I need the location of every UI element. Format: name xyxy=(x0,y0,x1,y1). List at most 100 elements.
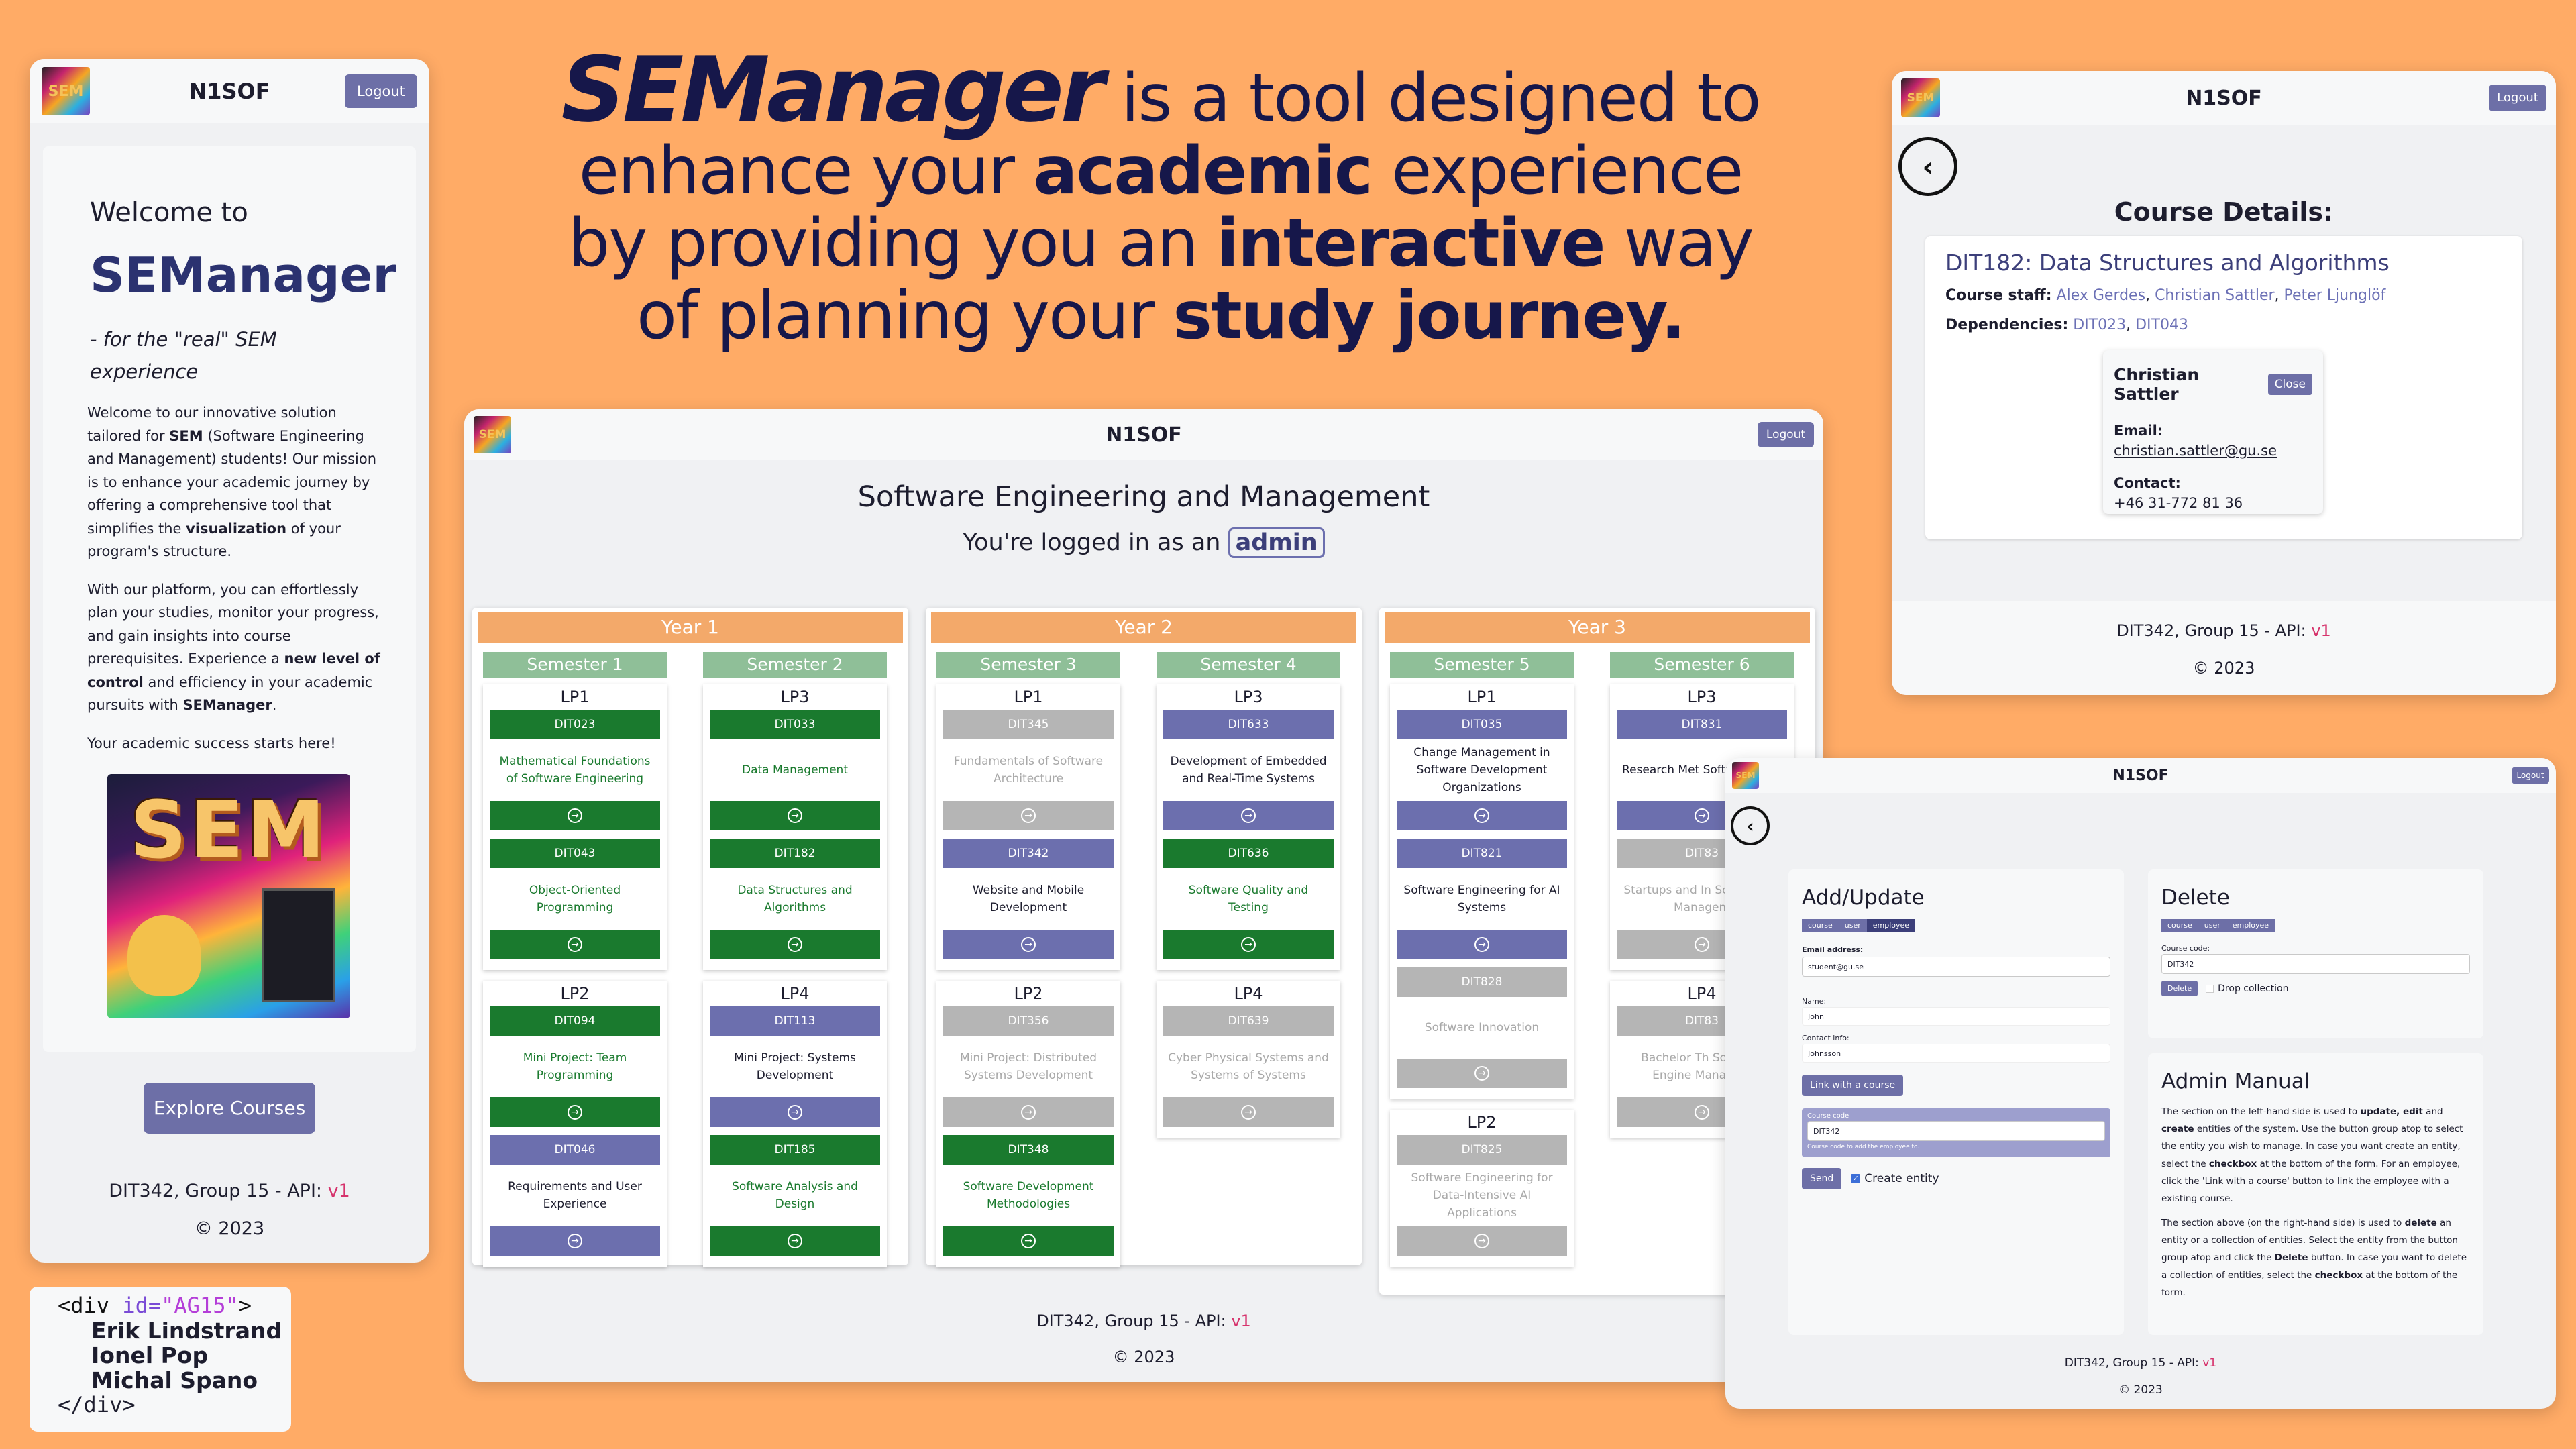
course-card[interactable]: DIT825 Software Engineering for Data-Inte… xyxy=(1390,1135,1574,1256)
app-logo[interactable]: SEM xyxy=(1732,762,1759,789)
entity-tab-employee[interactable]: employee xyxy=(1866,919,1916,932)
logout-button[interactable]: Logout xyxy=(1758,422,1814,447)
entity-tab-employee[interactable]: employee xyxy=(2226,919,2275,932)
contact-field[interactable]: Johnsson xyxy=(1802,1044,2110,1063)
arrow-right-icon: → xyxy=(1695,1105,1709,1120)
email-link[interactable]: christian.sattler@gu.se xyxy=(2114,443,2312,459)
year-header: Year 1 xyxy=(478,612,903,643)
close-button[interactable]: Close xyxy=(2267,374,2312,395)
email-field[interactable]: student@gu.se xyxy=(1802,957,2110,977)
logout-button[interactable]: Logout xyxy=(2489,85,2546,111)
course-open-button[interactable]: → xyxy=(710,801,880,830)
link-course-button[interactable]: Link with a course xyxy=(1802,1075,1904,1096)
course-card[interactable]: DIT821 Software Engineering for AI System… xyxy=(1390,839,1574,959)
course-open-button[interactable]: → xyxy=(943,930,1114,959)
course-card[interactable]: DIT185 Software Analysis and Design → xyxy=(703,1135,887,1256)
credits-close-tag: </div> xyxy=(58,1392,136,1417)
app-logo[interactable]: SEM xyxy=(42,67,90,115)
dependency-link[interactable]: DIT043 xyxy=(2135,317,2188,333)
course-open-button[interactable]: → xyxy=(1397,801,1567,830)
course-card[interactable]: DIT639 Cyber Physical Systems and Systems… xyxy=(1157,1006,1340,1127)
course-open-button[interactable]: → xyxy=(490,1097,660,1127)
credits-card: <div id="AG15"> Erik Lindstrand Ionel Pop… xyxy=(30,1287,291,1432)
course-code: DIT639 xyxy=(1163,1006,1334,1036)
staff-name: Christian Sattler xyxy=(2114,365,2200,404)
course-code: DIT023 xyxy=(490,710,660,739)
period-card: LP4 DIT639 Cyber Physical Systems and Syst… xyxy=(1157,981,1340,1138)
course-card[interactable]: DIT023 Mathematical Foundations of Softwa… xyxy=(483,710,667,830)
course-card[interactable]: DIT345 Fundamentals of Software Architect… xyxy=(936,710,1120,830)
course-card[interactable]: DIT043 Object-Oriented Programming → xyxy=(483,839,667,959)
app-logo[interactable]: SEM xyxy=(1901,78,1940,117)
arrow-right-icon: → xyxy=(1695,808,1709,823)
details-heading: Course Details: xyxy=(2114,197,2334,227)
welcome-title: SEManager xyxy=(90,247,396,303)
course-open-button[interactable]: → xyxy=(1163,801,1334,830)
welcome-body: Welcome to our innovative solution tailo… xyxy=(87,401,385,755)
brand-title: N1SOF xyxy=(2112,767,2169,784)
course-details-window: SEM N1SOF Logout ‹ Course Details: DIT18… xyxy=(1892,71,2556,695)
course-open-button[interactable]: → xyxy=(490,801,660,830)
course-code: DIT633 xyxy=(1163,710,1334,739)
course-open-button[interactable]: → xyxy=(710,930,880,959)
course-code: DIT094 xyxy=(490,1006,660,1036)
course-open-button[interactable]: → xyxy=(943,1226,1114,1256)
course-open-button[interactable]: → xyxy=(1397,930,1567,959)
back-arrow-icon[interactable]: ‹ xyxy=(1898,137,1957,196)
delete-code-field[interactable]: DIT342 xyxy=(2161,954,2470,974)
course-open-button[interactable]: → xyxy=(1163,930,1334,959)
entity-tab-user[interactable]: user xyxy=(2198,919,2226,932)
course-open-button[interactable]: → xyxy=(710,1226,880,1256)
arrow-right-icon: → xyxy=(1241,1105,1256,1120)
home-window: SEM N1SOF Logout Welcome to SEManager - … xyxy=(30,59,429,1263)
course-code-field[interactable]: DIT342 xyxy=(1807,1121,2105,1141)
course-card[interactable]: DIT046 Requirements and User Experience → xyxy=(483,1135,667,1256)
course-open-button[interactable]: → xyxy=(1397,1226,1567,1256)
entity-tab-course[interactable]: course xyxy=(2161,919,2198,932)
course-card[interactable]: DIT033 Data Management → xyxy=(703,710,887,830)
course-open-button[interactable]: → xyxy=(1397,1059,1567,1088)
dependency-link[interactable]: DIT023 xyxy=(2073,317,2126,333)
contact-label: Contact: xyxy=(2114,475,2181,491)
course-card[interactable]: DIT035 Change Management in Software Deve… xyxy=(1390,710,1574,830)
send-button[interactable]: Send xyxy=(1802,1168,1842,1189)
course-open-button[interactable]: → xyxy=(490,930,660,959)
course-card[interactable]: DIT342 Website and Mobile Development → xyxy=(936,839,1120,959)
create-entity-checkbox[interactable]: ✓ xyxy=(1851,1174,1861,1183)
course-open-button[interactable]: → xyxy=(490,1226,660,1256)
explore-button[interactable]: Explore Courses xyxy=(144,1083,315,1134)
period-card: LP2 DIT356 Mini Project: Distributed Syste… xyxy=(936,981,1120,1267)
logout-button[interactable]: Logout xyxy=(2512,767,2549,784)
course-card[interactable]: DIT094 Mini Project: Team Programming → xyxy=(483,1006,667,1127)
course-code: DIT043 xyxy=(490,839,660,868)
course-card[interactable]: DIT182 Data Structures and Algorithms → xyxy=(703,839,887,959)
course-open-button[interactable]: → xyxy=(943,1097,1114,1127)
course-open-button[interactable]: → xyxy=(1163,1097,1334,1127)
arrow-right-icon: → xyxy=(788,1234,802,1248)
program-window: SEM N1SOF Logout Software Engineering an… xyxy=(464,409,1823,1382)
course-card[interactable]: DIT356 Mini Project: Distributed Systems … xyxy=(936,1006,1120,1127)
course-card[interactable]: DIT636 Software Quality and Testing → xyxy=(1157,839,1340,959)
entity-tab-group: course user employee xyxy=(2161,918,2470,932)
course-card[interactable]: DIT828 Software Innovation → xyxy=(1390,967,1574,1088)
staff-popup: Christian Sattler Close Email: christian… xyxy=(2103,350,2323,514)
staff-link[interactable]: Peter Ljunglöf xyxy=(2284,287,2386,304)
course-open-button[interactable]: → xyxy=(943,801,1114,830)
period-label: LP2 xyxy=(560,984,590,1003)
course-card[interactable]: DIT348 Software Development Methodologies… xyxy=(936,1135,1120,1256)
course-code-box: Course code DIT342 Course code to add th… xyxy=(1802,1108,2110,1157)
entity-tab-course[interactable]: course xyxy=(1802,919,1839,932)
staff-link[interactable]: Christian Sattler xyxy=(2155,287,2274,304)
course-open-button[interactable]: → xyxy=(710,1097,880,1127)
course-card[interactable]: DIT633 Development of Embedded and Real-T… xyxy=(1157,710,1340,830)
entity-tab-user[interactable]: user xyxy=(1838,919,1867,932)
delete-button[interactable]: Delete xyxy=(2161,981,2198,996)
logout-button[interactable]: Logout xyxy=(345,74,417,108)
staff-link[interactable]: Alex Gerdes xyxy=(2057,287,2146,304)
app-logo[interactable]: SEM xyxy=(474,416,511,453)
course-card[interactable]: DIT113 Mini Project: Systems Development → xyxy=(703,1006,887,1127)
name-field[interactable]: John xyxy=(1802,1007,2110,1026)
drop-collection-checkbox[interactable] xyxy=(2206,984,2214,993)
delete-code-label: Course code: xyxy=(2161,944,2210,953)
back-arrow-icon[interactable]: ‹ xyxy=(1731,806,1770,845)
